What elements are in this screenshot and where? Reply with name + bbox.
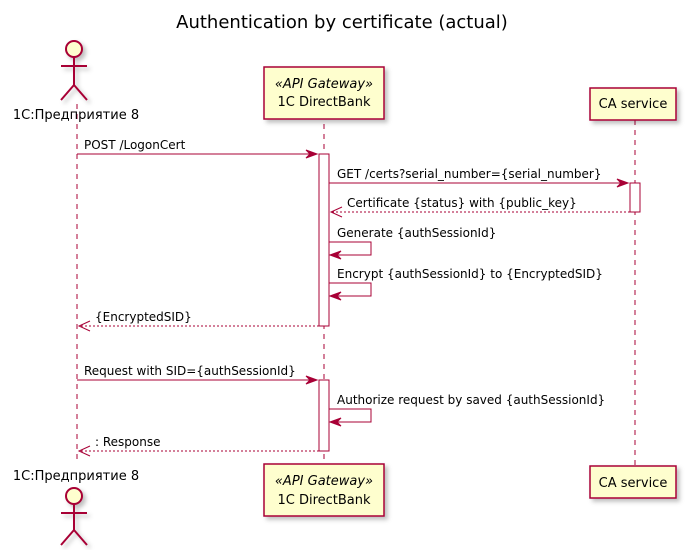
actor-client-top — [60, 40, 88, 101]
message-6-arrow — [77, 320, 91, 332]
participant-gateway-top-label: 1C DirectBank — [277, 95, 371, 110]
message-9-label: : Response — [95, 435, 161, 449]
participant-gateway-bottom-stereotype: «API Gateway» — [275, 474, 373, 489]
diagram-title: Authentication by certificate (actual) — [176, 12, 508, 33]
message-3-label: Certificate {status} with {public_key} — [347, 196, 577, 210]
message-7-label: Request with SID={authSessionId} — [84, 364, 296, 378]
participant-gateway-top-stereotype: «API Gateway» — [275, 77, 373, 92]
message-2-label: GET /certs?serial_number={serial_number} — [337, 167, 601, 181]
message-9-arrow — [77, 445, 91, 457]
participant-ca-bottom-label: CA service — [599, 476, 668, 491]
activation-gateway-1 — [318, 153, 330, 327]
message-8-label: Authorize request by saved {authSessionI… — [337, 393, 605, 407]
actor-client-bottom — [60, 487, 88, 546]
message-5-label: Encrypt {authSessionId} to {EncryptedSID… — [337, 267, 603, 281]
actor-client-top-label: 1С:Предприятие 8 — [13, 108, 139, 123]
participant-gateway-top — [263, 66, 385, 120]
message-6-label: {EncryptedSID} — [95, 310, 192, 324]
sequence-diagram: Authentication by certificate (actual) 1… — [13, 12, 677, 546]
participant-ca-top-label: CA service — [599, 97, 668, 112]
actor-client-bottom-label: 1С:Предприятие 8 — [13, 469, 139, 484]
participant-gateway-bottom-label: 1C DirectBank — [277, 493, 371, 508]
message-1-label: POST /LogonCert — [84, 138, 186, 152]
activation-gateway-2 — [318, 379, 330, 452]
activation-ca-1 — [629, 182, 641, 213]
message-4-label: Generate {authSessionId} — [337, 226, 496, 240]
participant-gateway-bottom — [263, 463, 385, 517]
